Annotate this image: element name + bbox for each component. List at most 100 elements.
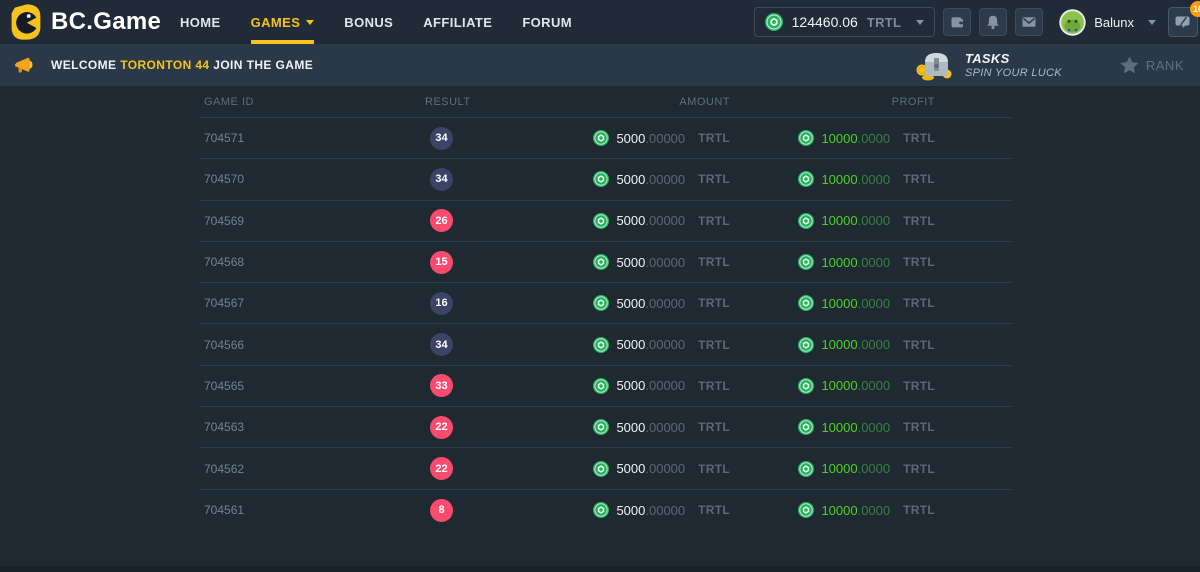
result-badge: 22: [430, 416, 453, 439]
game-id: 704565: [200, 379, 380, 393]
trtl-coin-icon: [765, 13, 783, 31]
notifications-button[interactable]: [979, 8, 1007, 36]
trtl-coin-icon: [798, 130, 814, 146]
chat-button[interactable]: 10: [1168, 7, 1198, 37]
avatar: [1059, 9, 1086, 36]
balance-currency: TRTL: [867, 15, 901, 30]
currency-label: TRTL: [698, 462, 730, 476]
currency-label: TRTL: [698, 420, 730, 434]
profit-cell: 10000.0000 TRTL: [730, 295, 935, 311]
table-row[interactable]: 704563 22 5000.00000 TRTL: [200, 407, 1012, 448]
currency-label: TRTL: [698, 503, 730, 517]
chevron-down-icon: [1148, 20, 1156, 25]
table-row[interactable]: 704570 34 5000.00000 TRTL: [200, 159, 1012, 200]
amount-cell: 5000.00000 TRTL: [530, 130, 730, 146]
column-header-amount: AMOUNT: [530, 96, 730, 108]
chevron-down-icon: [306, 20, 314, 25]
table-body: 704571 34 5000.00000 TRTL: [200, 118, 1012, 531]
amount-cell: 5000.00000 TRTL: [530, 337, 730, 353]
currency-label: TRTL: [698, 338, 730, 352]
trtl-coin-icon: [593, 254, 609, 270]
trtl-coin-icon: [593, 337, 609, 353]
nav-games[interactable]: GAMES: [251, 0, 315, 44]
table-row[interactable]: 704565 33 5000.00000 TRTL: [200, 366, 1012, 407]
bets-table: GAME ID RESULT AMOUNT PROFIT 704571 34 5…: [200, 86, 1012, 531]
envelope-icon: [1021, 14, 1037, 30]
currency-label: TRTL: [698, 172, 730, 186]
amount-cell: 5000.00000 TRTL: [530, 378, 730, 394]
profit-cell: 10000.0000 TRTL: [730, 461, 935, 477]
trtl-coin-icon: [593, 502, 609, 518]
currency-label: TRTL: [698, 379, 730, 393]
balance-selector[interactable]: 124460.06 TRTL: [754, 7, 936, 37]
table-row[interactable]: 704569 26 5000.00000 TRTL: [200, 201, 1012, 242]
trtl-coin-icon: [593, 130, 609, 146]
currency-label: TRTL: [903, 296, 935, 310]
table-row[interactable]: 704571 34 5000.00000 TRTL: [200, 118, 1012, 159]
table-row[interactable]: 704568 15 5000.00000 TRTL: [200, 242, 1012, 283]
trtl-coin-icon: [593, 171, 609, 187]
game-id: 704563: [200, 420, 380, 434]
table-row[interactable]: 704562 22 5000.00000 TRTL: [200, 448, 1012, 489]
megaphone-icon: [14, 55, 36, 75]
profit-cell: 10000.0000 TRTL: [730, 213, 935, 229]
top-bar: BC.Game HOME GAMES BONUS AFFILIATE FORUM…: [0, 0, 1200, 44]
table-row[interactable]: 704561 8 5000.00000 TRTL: [200, 490, 1012, 531]
game-id: 704569: [200, 214, 380, 228]
trtl-coin-icon: [798, 171, 814, 187]
profit-cell: 10000.0000 TRTL: [730, 378, 935, 394]
trtl-coin-icon: [798, 502, 814, 518]
game-id: 704568: [200, 255, 380, 269]
nav-forum[interactable]: FORUM: [522, 0, 572, 44]
username: Balunx: [1094, 15, 1134, 30]
table-row[interactable]: 704567 16 5000.00000 TRTL: [200, 283, 1012, 324]
currency-label: TRTL: [903, 172, 935, 186]
tasks-widget[interactable]: TASKS SPIN YOUR LUCK: [915, 49, 1062, 81]
rank-label: RANK: [1146, 58, 1184, 73]
game-id: 704571: [200, 131, 380, 145]
main-nav: HOME GAMES BONUS AFFILIATE FORUM: [180, 0, 572, 44]
profit-cell: 10000.0000 TRTL: [730, 254, 935, 270]
currency-label: TRTL: [903, 338, 935, 352]
banner-message: WELCOME TORONTON 44 JOIN THE GAME: [14, 55, 313, 75]
brand-logo[interactable]: BC.Game: [10, 4, 170, 40]
column-header-profit: PROFIT: [730, 96, 935, 108]
trtl-coin-icon: [593, 378, 609, 394]
nav-bonus[interactable]: BONUS: [344, 0, 393, 44]
wallet-button[interactable]: [943, 8, 971, 36]
profit-cell: 10000.0000 TRTL: [730, 502, 935, 518]
game-id: 704566: [200, 338, 380, 352]
profit-cell: 10000.0000 TRTL: [730, 419, 935, 435]
result-badge: 34: [430, 127, 453, 150]
currency-label: TRTL: [903, 255, 935, 269]
result-badge: 34: [430, 168, 453, 191]
amount-cell: 5000.00000 TRTL: [530, 419, 730, 435]
currency-label: TRTL: [698, 255, 730, 269]
welcome-text: WELCOME TORONTON 44 JOIN THE GAME: [51, 58, 313, 72]
amount-cell: 5000.00000 TRTL: [530, 254, 730, 270]
chat-icon: [1175, 15, 1192, 30]
nav-home[interactable]: HOME: [180, 0, 221, 44]
currency-label: TRTL: [903, 503, 935, 517]
amount-cell: 5000.00000 TRTL: [530, 502, 730, 518]
user-menu[interactable]: Balunx: [1059, 9, 1156, 36]
footer-strip: [0, 566, 1200, 572]
treasure-chest-icon: [915, 49, 955, 81]
mail-button[interactable]: [1015, 8, 1043, 36]
rank-widget[interactable]: RANK: [1120, 56, 1184, 74]
welcome-username: TORONTON 44: [120, 58, 209, 72]
star-icon: [1120, 56, 1139, 74]
game-id: 704570: [200, 172, 380, 186]
currency-label: TRTL: [698, 296, 730, 310]
nav-affiliate[interactable]: AFFILIATE: [423, 0, 492, 44]
trtl-coin-icon: [798, 213, 814, 229]
result-badge: 34: [430, 333, 453, 356]
amount-cell: 5000.00000 TRTL: [530, 171, 730, 187]
table-row[interactable]: 704566 34 5000.00000 TRTL: [200, 324, 1012, 365]
game-id: 704567: [200, 296, 380, 310]
trtl-coin-icon: [798, 254, 814, 270]
result-badge: 33: [430, 374, 453, 397]
currency-label: TRTL: [698, 214, 730, 228]
table-header: GAME ID RESULT AMOUNT PROFIT: [200, 86, 1012, 118]
currency-label: TRTL: [698, 131, 730, 145]
